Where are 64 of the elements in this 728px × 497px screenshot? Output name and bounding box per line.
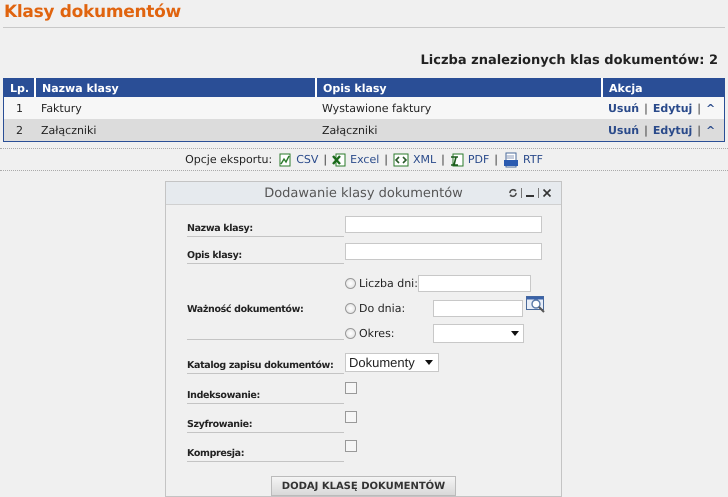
column-header: Lp. <box>4 78 35 97</box>
radio-button[interactable] <box>345 278 356 289</box>
action-link[interactable]: Usuń <box>608 102 640 114</box>
export-link[interactable]: XML <box>412 153 436 166</box>
separator: | <box>494 153 498 166</box>
page-title: Klasy dokumentów <box>3 1 182 24</box>
table-cell: 2 <box>4 119 35 142</box>
export-label: Opcje eksportu: <box>185 153 272 166</box>
action-link[interactable]: ^ <box>706 124 716 136</box>
field-label: Indeksowanie: <box>187 376 344 404</box>
separator: | <box>441 153 445 166</box>
separator: | <box>644 102 648 114</box>
column-header: Nazwa klasy <box>35 78 316 97</box>
column-header: Akcja <box>602 78 724 97</box>
action-link[interactable]: Edytuj <box>652 102 692 114</box>
checkbox[interactable] <box>345 440 357 452</box>
separator: | <box>697 102 702 114</box>
result-count: Liczba znalezionych klas dokumentów: 2 <box>420 53 718 70</box>
field-label: Szyfrowanie: <box>187 405 344 433</box>
radio-button[interactable] <box>345 328 356 339</box>
dropdown[interactable]: Dokumenty <box>345 353 439 372</box>
action-link[interactable]: Usuń <box>608 124 640 136</box>
action-link[interactable]: ^ <box>706 102 716 114</box>
xml-file-icon[interactable] <box>392 152 409 166</box>
radio-button[interactable] <box>345 303 356 314</box>
table-cell: Faktury <box>35 97 316 119</box>
dialog-title: Dodawanie klasy dokumentów <box>264 186 463 200</box>
checkbox[interactable] <box>345 411 357 423</box>
separator: | <box>384 153 388 166</box>
table-cell: Wystawione faktury <box>316 97 602 119</box>
export-link[interactable]: Excel <box>350 153 380 166</box>
export-link[interactable]: RTF <box>523 153 543 166</box>
csv-file-icon[interactable] <box>278 152 292 166</box>
rtf-file-icon[interactable] <box>503 152 520 168</box>
column-header: Opis klasy <box>316 78 602 97</box>
option-label: Okres: <box>359 327 396 340</box>
text-field[interactable] <box>418 275 531 292</box>
action-link[interactable]: Edytuj <box>652 124 692 136</box>
add-class-button[interactable]: DODAJ KLASĘ DOKUMENTÓW <box>270 476 456 496</box>
field-label: Ważność dokumentów: <box>187 267 344 340</box>
field-label: Katalog zapisu dokumentów: <box>187 346 344 374</box>
option-label: Do dnia: <box>359 302 406 315</box>
field-label: Nazwa klasy: <box>187 213 344 237</box>
date-field[interactable] <box>433 300 523 317</box>
dropdown[interactable] <box>433 324 524 343</box>
text-field[interactable] <box>345 243 542 260</box>
export-link[interactable]: PDF <box>468 153 490 166</box>
table-cell: 1 <box>4 97 35 119</box>
caret-icon <box>425 360 433 365</box>
checkbox[interactable] <box>345 382 357 394</box>
text-field[interactable] <box>345 216 542 233</box>
pdf-file-icon[interactable] <box>450 152 464 166</box>
field-label: Kompresja: <box>187 434 344 462</box>
caret-icon <box>511 331 519 336</box>
table-cell: Załączniki <box>35 119 316 142</box>
calendar-search-icon[interactable] <box>526 296 546 314</box>
separator: | <box>644 124 648 136</box>
separator: | <box>323 153 328 166</box>
field-label: Opis klasy: <box>187 240 344 264</box>
separator: | <box>697 124 702 136</box>
table-cell: Załączniki <box>316 119 602 142</box>
excel-file-icon[interactable] <box>332 152 346 166</box>
option-label: Liczba dni: <box>359 277 418 290</box>
export-link[interactable]: CSV <box>296 153 318 166</box>
